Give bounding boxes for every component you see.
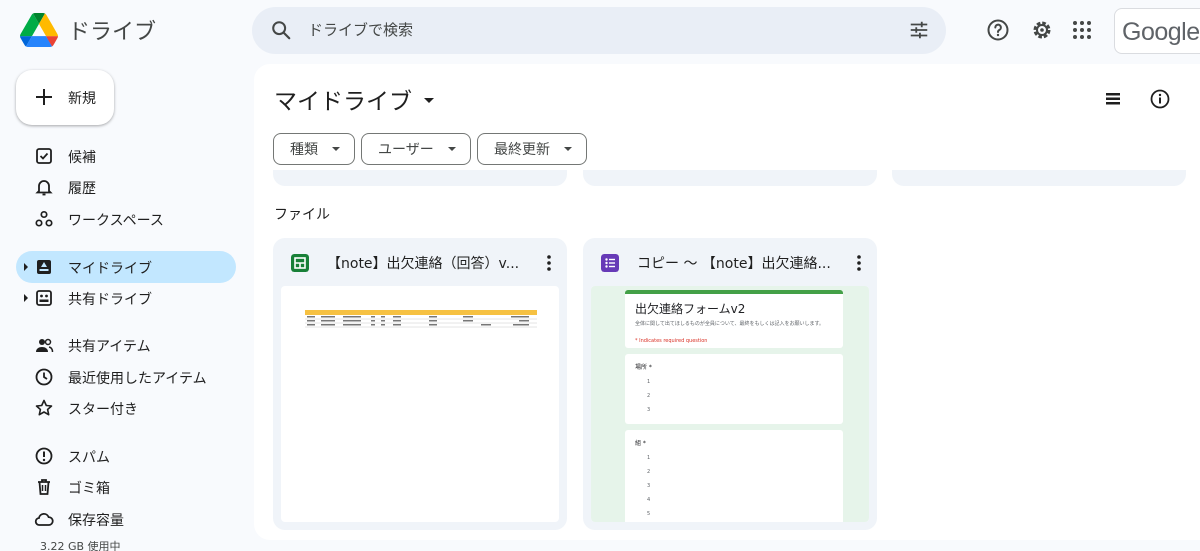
sidebar-item-label: ワークスペース (68, 213, 164, 229)
expand-arrow-icon[interactable] (24, 263, 28, 271)
form-option: 1 (647, 379, 651, 385)
sidebar-item-activity[interactable]: 履歴 (16, 171, 236, 203)
sheets-icon (291, 254, 309, 272)
form-option: 2 (647, 469, 651, 475)
list-view-icon[interactable] (1102, 88, 1124, 110)
help-icon[interactable] (986, 18, 1010, 42)
file-name: 【note】出欠連絡（回答）v... (327, 256, 520, 272)
form-title: 出欠連絡フォームv2 (635, 302, 746, 316)
chevron-down-icon (564, 147, 572, 151)
form-option: 3 (647, 407, 651, 413)
page-title: マイドライブ (274, 89, 412, 115)
star-icon (35, 399, 53, 416)
form-option: 3 (647, 483, 651, 489)
file-thumbnail: 出欠連絡フォームv2 全体に関して出てほしるものが全員について、最終をもしくは記… (591, 286, 869, 522)
files-section-label: ファイル (274, 207, 330, 223)
filter-label: ユーザー (378, 142, 434, 158)
drive-logo-icon (20, 13, 58, 47)
chevron-down-icon (447, 147, 456, 151)
search-icon[interactable] (270, 19, 292, 41)
workspace-icon (35, 210, 53, 227)
clock-icon (35, 368, 53, 386)
new-button-label: 新規 (68, 91, 96, 107)
form-description: 全体に関して出てほしるものが全員について、最終をもしくは記入をお願いします。 (635, 321, 824, 327)
search-options-icon[interactable] (908, 19, 930, 41)
main-panel: マイドライブ 種類 ユーザー 最終更新 ファイル 【note】出欠連絡（回答）v… (254, 64, 1200, 540)
sidebar-item-label: 候補 (68, 150, 96, 166)
trash-icon (38, 479, 50, 495)
form-preview: 出欠連絡フォームv2 全体に関して出てほしるものが全員について、最終をもしくは記… (591, 286, 869, 522)
people-icon (36, 338, 54, 353)
file-card[interactable]: コピー ～ 【note】出欠連絡... 出欠連絡フォームv2 全体に関して出てほ… (583, 238, 877, 530)
spreadsheet-preview (305, 310, 537, 328)
filter-type-chip[interactable]: 種類 (273, 133, 355, 165)
form-option: 4 (647, 497, 651, 503)
form-option: 1 (647, 455, 651, 461)
drive-logo[interactable]: ドライブ (20, 12, 156, 48)
app-name: ドライブ (68, 20, 157, 45)
sidebar-item-label: 共有アイテム (68, 339, 151, 355)
form-question: 組 * (635, 440, 646, 447)
page-title-button[interactable]: マイドライブ (274, 82, 434, 116)
form-question-card: 場所 * 1 2 3 (625, 354, 843, 424)
filter-people-chip[interactable]: ユーザー (361, 133, 471, 165)
sidebar-item-label: ゴミ箱 (68, 481, 110, 497)
storage-used-text: 3.22 GB 使用中 (40, 540, 121, 551)
sidebar-item-label: 履歴 (68, 181, 96, 197)
google-label: Google (1122, 18, 1200, 46)
sidebar-item-shared-drives[interactable]: 共有ドライブ (16, 282, 236, 314)
expand-arrow-icon[interactable] (24, 294, 28, 302)
spam-icon (35, 447, 53, 465)
sidebar-item-suggested[interactable]: 候補 (16, 140, 236, 172)
sidebar-item-shared-with-me[interactable]: 共有アイテム (16, 329, 236, 361)
sidebar-item-my-drive[interactable]: マイドライブ (16, 251, 236, 283)
sidebar-item-label: スパム (68, 450, 110, 466)
sidebar-item-label: 最近使用したアイテム (68, 371, 207, 387)
chevron-down-icon (424, 98, 434, 103)
form-question-card: 組 * 1 2 3 4 5 (625, 430, 843, 522)
shared-drives-icon (36, 290, 52, 306)
more-options-icon[interactable] (547, 254, 551, 272)
apps-grid-icon[interactable] (1070, 18, 1094, 42)
sidebar-item-label: 共有ドライブ (68, 292, 152, 308)
sidebar-item-label: マイドライブ (68, 261, 152, 277)
sidebar-item-label: スター付き (68, 402, 138, 418)
form-header-card: 出欠連絡フォームv2 全体に関して出てほしるものが全員について、最終をもしくは記… (625, 290, 843, 348)
sidebar-item-trash[interactable]: ゴミ箱 (16, 471, 236, 503)
form-option: 2 (647, 393, 651, 399)
info-icon[interactable] (1149, 88, 1171, 110)
sidebar-item-starred[interactable]: スター付き (16, 392, 236, 424)
folder-card-partial[interactable] (892, 170, 1186, 186)
folder-card-partial[interactable] (583, 170, 877, 186)
sidebar-item-label: 保存容量 (68, 513, 124, 529)
sidebar-item-recent[interactable]: 最近使用したアイテム (16, 361, 236, 393)
filter-modified-chip[interactable]: 最終更新 (477, 133, 587, 165)
search-input[interactable] (308, 18, 868, 42)
google-account-button[interactable]: Google (1114, 8, 1200, 54)
sidebar-item-workspace[interactable]: ワークスペース (16, 203, 236, 235)
form-option: 5 (647, 511, 651, 517)
form-required-note: * Indicates required question (635, 338, 708, 344)
file-name: コピー ～ 【note】出欠連絡... (637, 256, 831, 272)
folder-card-partial[interactable] (273, 170, 567, 186)
file-card[interactable]: 【note】出欠連絡（回答）v... (273, 238, 567, 530)
bell-icon (35, 180, 53, 196)
filter-label: 種類 (290, 142, 318, 158)
cloud-icon (34, 512, 54, 526)
sidebar-item-spam[interactable]: スパム (16, 440, 236, 472)
filter-label: 最終更新 (494, 142, 550, 158)
settings-icon[interactable] (1030, 18, 1054, 42)
search-bar[interactable] (252, 7, 946, 54)
chevron-down-icon (332, 147, 340, 151)
sidebar-item-storage[interactable]: 保存容量 (16, 503, 236, 535)
my-drive-icon (37, 260, 51, 274)
forms-icon (601, 254, 619, 272)
more-options-icon[interactable] (857, 254, 861, 272)
form-question: 場所 * (635, 364, 652, 371)
new-button[interactable]: 新規 (16, 70, 114, 125)
file-thumbnail (281, 286, 559, 522)
plus-icon (36, 89, 52, 105)
suggested-icon (36, 148, 52, 164)
